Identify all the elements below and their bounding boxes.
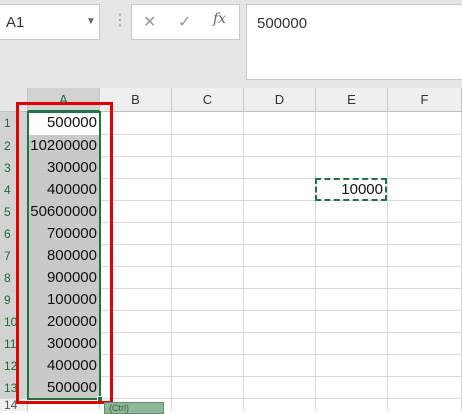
column-header-d[interactable]: D [244, 88, 316, 112]
formula-bar[interactable]: 500000 [246, 4, 462, 80]
more-dots-icon: ⋮ [112, 12, 128, 29]
column-header-c[interactable]: C [172, 88, 244, 112]
check-icon[interactable]: ✓ [178, 12, 191, 32]
formula-value: 500000 [257, 15, 308, 32]
chevron-down-icon[interactable]: ▼ [86, 16, 96, 27]
name-box[interactable]: A1 ▼ [0, 4, 100, 40]
red-highlight-box [16, 102, 113, 404]
cell-e4-value[interactable]: 10000 [317, 179, 383, 201]
close-icon[interactable]: ✕ [143, 12, 156, 32]
name-box-value: A1 [6, 14, 25, 31]
column-header-f[interactable]: F [388, 88, 462, 112]
column-header-e[interactable]: E [316, 88, 388, 112]
paste-options-label: (Ctrl) [109, 403, 129, 413]
paste-options-button[interactable]: (Ctrl) [104, 402, 164, 414]
insert-function-icon[interactable]: fx [213, 11, 226, 27]
